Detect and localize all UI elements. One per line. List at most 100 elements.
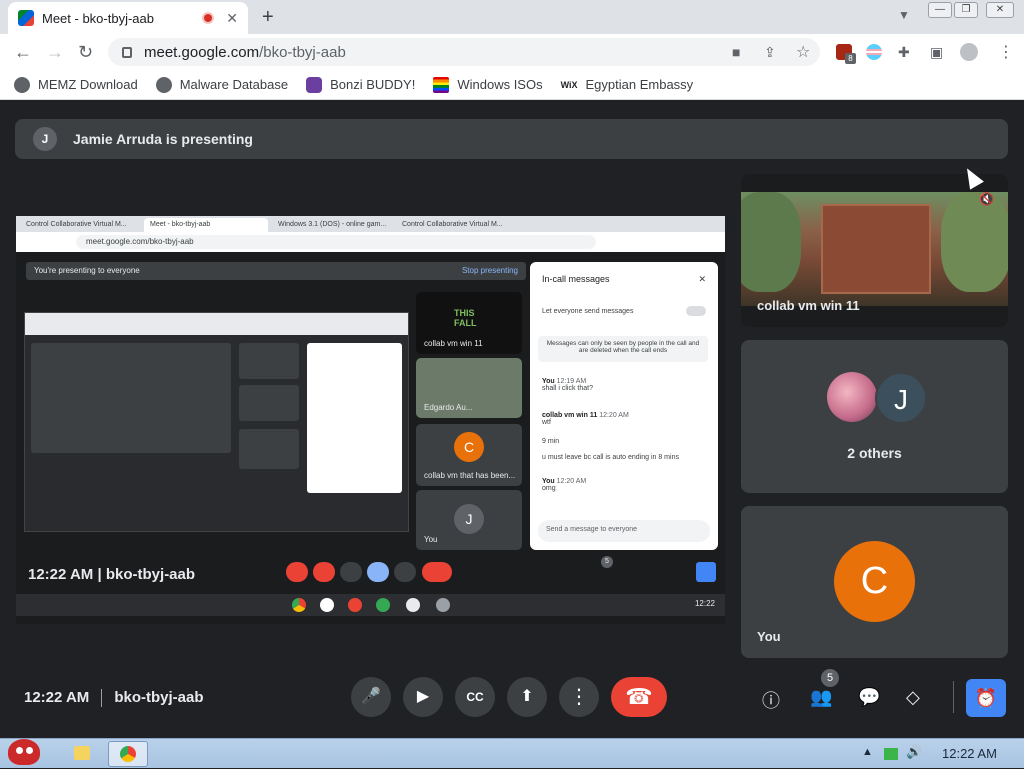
- rainbow-flag-icon: [433, 76, 450, 93]
- restore-button[interactable]: ❐: [954, 2, 978, 18]
- taskbar-clock[interactable]: 12:22 AM: [942, 746, 997, 761]
- profile-avatar-icon[interactable]: [960, 43, 978, 61]
- participant-name: collab vm win 11: [757, 298, 860, 313]
- kebab-menu-icon[interactable]: ⋮: [998, 42, 1014, 62]
- shared-tab: Windows 3.1 (DOS) - online gam...: [278, 221, 387, 228]
- new-tab-button[interactable]: +: [262, 6, 274, 29]
- gmail-icon: [320, 598, 334, 612]
- chat-icon[interactable]: 💬: [858, 687, 880, 708]
- shared-chat-message: 9 min: [542, 438, 560, 445]
- alarm-clock-button[interactable]: ⏰: [966, 679, 1006, 717]
- flag-extension-icon[interactable]: [866, 44, 882, 60]
- bookmark-bonzi[interactable]: Bonzi BUDDY!: [306, 76, 416, 93]
- browser-toolbar: ← → ↻ meet.google.com/bko-tbyj-aab ■ ⇪ ☆…: [0, 34, 1024, 70]
- tab-title: Meet - bko-tbyj-aab: [42, 10, 154, 26]
- back-arrow-icon[interactable]: ←: [14, 42, 32, 63]
- participant-tile-you[interactable]: C You: [741, 506, 1008, 658]
- close-window-button[interactable]: ✕: [986, 2, 1014, 18]
- info-icon[interactable]: ⓘ: [762, 687, 780, 713]
- meet-icon: [376, 598, 390, 612]
- shared-tile-name: collab vm win 11: [424, 339, 483, 348]
- show-hidden-icons[interactable]: ▲: [862, 746, 873, 758]
- shared-tile-name: Edgardo Au...: [424, 403, 473, 412]
- side-panel-icon[interactable]: ▣: [930, 44, 943, 61]
- more-options-button[interactable]: ⋮: [559, 677, 599, 717]
- building: [821, 204, 931, 294]
- participant-tile-vm[interactable]: 🔇 collab vm win 11: [741, 174, 1008, 327]
- toggle-switch-icon: [686, 306, 706, 316]
- share-icon[interactable]: ⇪: [764, 44, 776, 61]
- minimize-button[interactable]: —: [928, 2, 952, 18]
- shared-chat-panel: In-call messages ✕ Let everyone send mes…: [530, 262, 718, 550]
- chrome-icon: [120, 746, 136, 762]
- microphone-button[interactable]: 🎤: [351, 677, 391, 717]
- shared-tab-strip: Control Collaborative Virtual M... Meet …: [16, 216, 725, 232]
- globe-icon: [14, 76, 30, 93]
- eye: [26, 747, 33, 754]
- shared-clock: 12:22: [694, 599, 715, 608]
- bookmark-windows-isos[interactable]: Windows ISOs: [433, 76, 543, 93]
- bookmark-egyptian-embassy[interactable]: WiX Egyptian Embassy: [561, 77, 694, 92]
- angry-bird-icon: [8, 739, 40, 765]
- settings-icon: [436, 598, 450, 612]
- camera-button[interactable]: ▶: [403, 677, 443, 717]
- meeting-code: bko-tbyj-aab: [114, 689, 204, 706]
- shared-meeting-meta: 12:22 AM | bko-tbyj-aab: [28, 566, 196, 583]
- puzzle-extensions-icon[interactable]: ✚: [898, 44, 910, 61]
- end-call-button[interactable]: ☎: [611, 677, 667, 717]
- wix-icon: WiX: [560, 79, 578, 90]
- shared-screen: Control Collaborative Virtual M... Meet …: [16, 216, 725, 624]
- tab-close-button[interactable]: ✕: [226, 10, 238, 27]
- globe-icon: [155, 76, 172, 93]
- shared-url: meet.google.com/bko-tbyj-aab: [76, 235, 596, 249]
- forward-arrow-icon[interactable]: →: [46, 42, 64, 63]
- taskbar-explorer-button[interactable]: [62, 741, 102, 767]
- bookmark-memz[interactable]: MEMZ Download: [14, 76, 138, 93]
- shared-mic-off-icon: [286, 562, 308, 582]
- bookmark-label: Bonzi BUDDY!: [330, 77, 416, 92]
- network-icon[interactable]: [884, 748, 898, 760]
- shared-alarm-icon: [696, 562, 716, 582]
- video-feed: [741, 192, 1008, 306]
- bookmark-malware-db[interactable]: Malware Database: [155, 76, 288, 93]
- shared-chat-toggle-label: Let everyone send messages: [542, 308, 634, 315]
- bonzi-icon: [306, 76, 323, 93]
- meeting-info: 12:22 AM bko-tbyj-aab: [24, 689, 204, 708]
- others-label: 2 others: [847, 445, 902, 461]
- self-avatar: C: [834, 541, 915, 622]
- tab-search-chevron-icon[interactable]: ▼: [898, 8, 910, 22]
- shared-chat-message: You 12:20 AM omg: [542, 478, 587, 492]
- camera-icon[interactable]: ■: [732, 44, 740, 60]
- presenting-text: Jamie Arruda is presenting: [73, 131, 253, 147]
- participant-tile-others[interactable]: J 2 others: [741, 340, 1008, 493]
- bookmark-star-icon[interactable]: ☆: [796, 42, 810, 62]
- activities-icon[interactable]: ◇: [906, 687, 920, 708]
- people-icon[interactable]: 👥: [810, 687, 832, 708]
- youtube-icon: [348, 598, 362, 612]
- shared-present-icon: [367, 562, 389, 582]
- nested-view: [239, 343, 299, 379]
- captions-button[interactable]: CC: [455, 677, 495, 717]
- shared-chat-message: You 12:19 AM shall i click that?: [542, 378, 593, 392]
- nested-browser-bar: [25, 313, 408, 335]
- speaker-icon[interactable]: 🔊: [906, 744, 922, 760]
- recording-icon: [202, 12, 215, 24]
- present-now-button[interactable]: ⬆: [507, 677, 547, 717]
- shared-tile-name: collab vm that has been...: [424, 471, 516, 480]
- meet-main: J Jamie Arruda is presenting Control Col…: [0, 101, 1024, 738]
- presenter-avatar: J: [33, 127, 57, 151]
- shared-presenting-banner: You're presenting to everyone Stop prese…: [26, 262, 526, 280]
- reload-icon[interactable]: ↻: [78, 42, 93, 63]
- folder-icon: [74, 746, 90, 760]
- fall-logo: THIS FALL: [454, 308, 477, 328]
- tree: [741, 192, 801, 292]
- tab-meet[interactable]: Meet - bko-tbyj-aab ✕: [8, 2, 248, 34]
- taskbar-chrome-button[interactable]: [108, 741, 148, 767]
- address-bar[interactable]: meet.google.com/bko-tbyj-aab: [108, 38, 820, 66]
- shared-tab: Control Collaborative Virtual M...: [402, 221, 503, 228]
- start-button[interactable]: [2, 733, 46, 769]
- chrome-icon: [292, 598, 306, 612]
- shared-tile: J You: [416, 490, 522, 550]
- bookmark-label: MEMZ Download: [38, 77, 138, 92]
- bookmark-label: Egyptian Embassy: [585, 77, 694, 92]
